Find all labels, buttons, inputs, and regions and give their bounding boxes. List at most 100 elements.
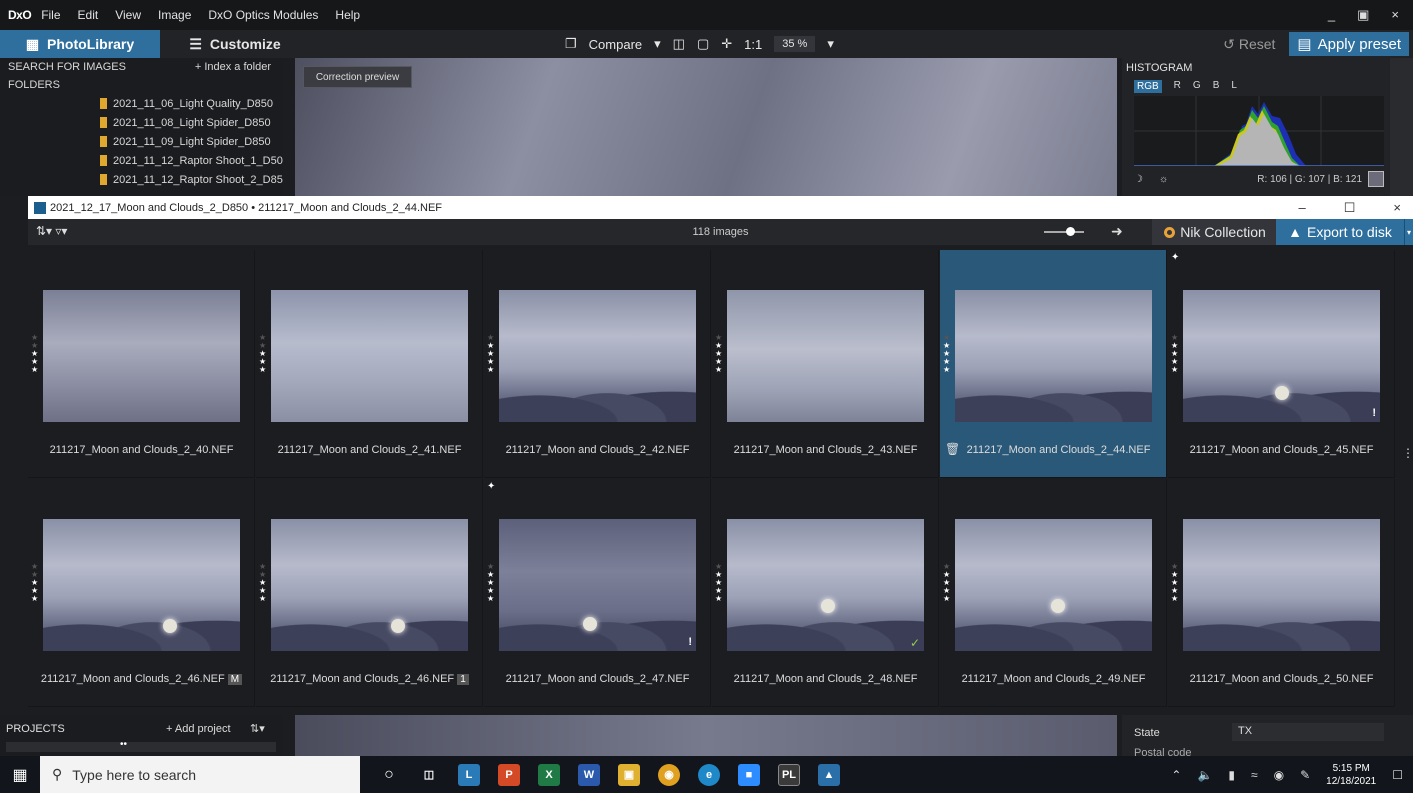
word-icon[interactable]: W (578, 763, 600, 786)
rating-stars[interactable]: ★ ★ ★ ★ ★ (715, 334, 722, 374)
close-button[interactable]: × (1391, 7, 1399, 23)
export-to-disk-button[interactable]: ▲ Export to disk (1276, 219, 1404, 245)
wifi-icon[interactable]: ≈ (1251, 768, 1258, 782)
restore-icon[interactable]: ▣ (1357, 7, 1369, 23)
nik-collection-button[interactable]: Nik Collection (1152, 219, 1278, 245)
correction-preview-button[interactable]: Correction preview (303, 66, 412, 88)
folder-item[interactable]: 2021_11_08_Light Spider_D850 (0, 113, 283, 132)
pen-icon[interactable]: ✎ (1300, 768, 1310, 782)
channel-l[interactable]: L (1231, 80, 1237, 93)
lightroom-icon[interactable]: L (458, 763, 480, 786)
system-clock[interactable]: 5:15 PM 12/18/2021 (1326, 762, 1376, 788)
rating-stars[interactable]: ★ ★ ★ ★ ★ (1171, 563, 1178, 603)
folder-item[interactable]: 2021_11_09_Light Spider_D850 (0, 132, 283, 151)
windows-start-icon[interactable]: ▦ (0, 756, 40, 793)
channel-r[interactable]: R (1174, 80, 1181, 93)
thumbnail-size-slider[interactable] (1044, 227, 1084, 236)
thumbnail-cell[interactable]: ★ ★ ★ ★ ★ 211217_Moon and Clouds_2_46.NEF 1 (256, 479, 483, 707)
apply-preset-button[interactable]: ▤ Apply preset (1289, 32, 1409, 56)
navigate-icon[interactable]: ➜ (1111, 223, 1123, 240)
image-preview-lower[interactable] (295, 715, 1117, 756)
battery-icon[interactable]: ▮ (1228, 768, 1235, 782)
chevron-up-icon[interactable]: ⌃ (1171, 768, 1181, 782)
thumbnail-image[interactable] (727, 519, 924, 651)
thumbnail-image[interactable] (727, 290, 924, 422)
menu-help[interactable]: Help (335, 8, 360, 22)
tab-customize[interactable]: ☰ Customize (160, 30, 310, 58)
tab-photolibrary[interactable]: ▦ PhotoLibrary (0, 30, 160, 58)
rating-stars[interactable]: ★ ★ ★ ★ ★ (943, 334, 950, 374)
thumbnail-cell[interactable]: ★ ★ ★ ★ ★ 211217_Moon and Clouds_2_49.NEF (940, 479, 1167, 707)
thumbnail-image[interactable] (955, 519, 1152, 651)
edge-icon[interactable]: e (698, 763, 720, 786)
thumbnail-cell[interactable]: ★ ★ ★ ★ ★ 211217_Moon and Clouds_2_40.NEF (28, 250, 255, 478)
volume-icon[interactable]: 🔈 (1197, 768, 1212, 782)
thumbnail-cell[interactable]: ★ ★ ★ ★ ★ 211217_Moon and Clouds_2_42.NEF (484, 250, 711, 478)
rating-stars[interactable]: ★ ★ ★ ★ ★ (31, 334, 38, 374)
sun-icon[interactable]: ☼ (1159, 174, 1168, 185)
rating-stars[interactable]: ★ ★ ★ ★ ★ (715, 563, 722, 603)
taskbar-search-input[interactable]: ⚲ Type here to search (40, 756, 360, 793)
notifications-icon[interactable]: ☐ (1392, 768, 1403, 782)
menu-edit[interactable]: Edit (78, 8, 99, 22)
folders-header[interactable]: FOLDERS (0, 76, 283, 94)
menu-view[interactable]: View (115, 8, 141, 22)
rating-stars[interactable]: ★ ★ ★ ★ ★ (487, 334, 494, 374)
rating-stars[interactable]: ★ ★ ★ ★ ★ (31, 563, 38, 603)
thumbnail-image[interactable] (43, 290, 240, 422)
export-dropdown-icon[interactable]: ▾ (1404, 219, 1413, 245)
minimize-button[interactable]: _ (1328, 7, 1335, 23)
search-images-header[interactable]: SEARCH FOR IMAGES (8, 61, 126, 73)
app-tray-icon[interactable]: ◉ (1274, 768, 1284, 782)
chrome-icon[interactable]: ◉ (658, 763, 680, 786)
rating-stars[interactable]: ★ ★ ★ ★ ★ (487, 563, 494, 603)
thumbnail-image[interactable] (499, 290, 696, 422)
zoom-level[interactable]: 35 % (774, 36, 816, 52)
powerpoint-icon[interactable]: P (498, 763, 520, 786)
excel-icon[interactable]: X (538, 763, 560, 786)
folder-item[interactable]: 2021_11_12_Raptor Shoot_2_D85 (0, 170, 283, 189)
thumbnail-cell[interactable]: ★ ★ ★ ★ ★ 211217_Moon and Clouds_2_46.NEF M (28, 479, 255, 707)
menu-image[interactable]: Image (158, 8, 191, 22)
thumbnail-cell[interactable]: ★ ★ ★ ★ ★ ✓ 211217_Moon and Clouds_2_48.NEF (712, 479, 939, 707)
zoom-1to1-button[interactable]: 1:1 (744, 37, 762, 52)
channel-b[interactable]: B (1213, 80, 1220, 93)
minimize-button[interactable]: – (1299, 200, 1306, 216)
cortana-icon[interactable]: ○ (378, 764, 400, 786)
task-view-icon[interactable]: ◫ (418, 764, 440, 786)
thumbnail-image[interactable] (1183, 290, 1380, 422)
thumbnail-cell[interactable]: ★ ★ ★ ★ ★ 211217_Moon and Clouds_2_41.NEF (256, 250, 483, 478)
photolab-taskbar-icon[interactable]: PL (778, 763, 800, 786)
thumbnail-cell[interactable]: ★ ★ ★ ★ ★ 211217_Moon and Clouds_2_50.NEF (1168, 479, 1395, 707)
more-options-icon[interactable]: ⋮ (1402, 446, 1413, 460)
menu-file[interactable]: File (41, 8, 60, 22)
moon-icon[interactable]: ☽ (1134, 174, 1143, 185)
folder-item[interactable]: 2021_11_12_Raptor Shoot_1_D50 (0, 151, 283, 170)
channel-g[interactable]: G (1193, 80, 1201, 93)
rating-stars[interactable]: ★ ★ ★ ★ ★ (1171, 334, 1178, 374)
rating-stars[interactable]: ★ ★ ★ ★ ★ (259, 334, 266, 374)
add-project-link[interactable]: + Add project (166, 723, 231, 735)
state-field[interactable]: TX (1232, 723, 1384, 741)
close-button[interactable]: × (1393, 200, 1401, 216)
photos-icon[interactable]: ▲ (818, 763, 840, 786)
projects-scrollbar[interactable]: •• (6, 739, 276, 752)
projects-header[interactable]: PROJECTS (6, 723, 65, 735)
rating-stars[interactable]: ★ ★ ★ ★ ★ (259, 563, 266, 603)
menu-optics-modules[interactable]: DxO Optics Modules (208, 8, 318, 22)
reset-button[interactable]: ↺ Reset (1223, 36, 1275, 53)
thumbnail-image[interactable] (271, 290, 468, 422)
thumbnail-image[interactable] (955, 290, 1152, 422)
move-icon[interactable]: ✛ (721, 36, 732, 52)
right-scrollbar[interactable] (1390, 58, 1413, 196)
slider-knob[interactable] (1066, 227, 1075, 236)
thumbnail-image[interactable] (499, 519, 696, 651)
zoom-app-icon[interactable]: ■ (738, 763, 760, 786)
zoom-dropdown-icon[interactable]: ▾ (827, 36, 834, 52)
thumbnail-image[interactable] (1183, 519, 1380, 651)
thumbnail-image[interactable] (43, 519, 240, 651)
compare-button[interactable]: Compare (589, 37, 642, 52)
fit-icon[interactable]: ▢ (697, 36, 709, 52)
image-preview[interactable] (295, 58, 1117, 196)
sort-icon[interactable]: ⇅▾ (250, 722, 265, 735)
